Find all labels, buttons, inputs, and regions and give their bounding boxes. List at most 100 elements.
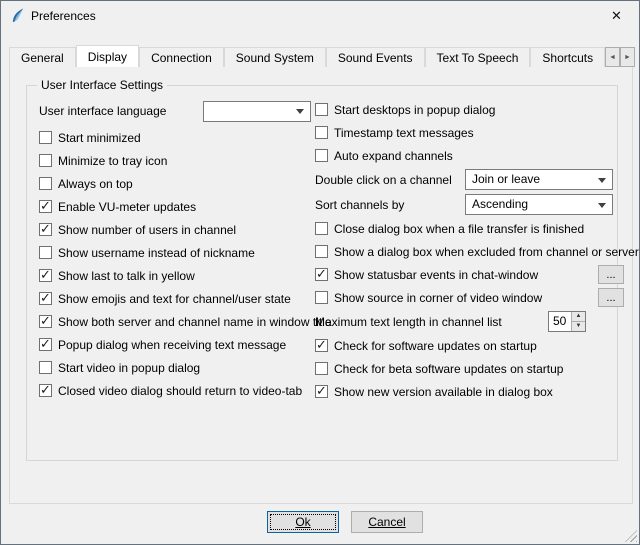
checkbox-start-minimized[interactable] bbox=[39, 131, 52, 144]
row-show-source-in-corner-of-video-window: Show source in corner of video window... bbox=[315, 288, 615, 307]
checkbox-start-video-in-popup-dialog[interactable] bbox=[39, 361, 52, 374]
checkbox-label[interactable]: Start minimized bbox=[58, 131, 141, 145]
checkbox-show-both-server-and-channel-name-in-window-title[interactable]: ✓ bbox=[39, 315, 52, 328]
spinbox-buttons: ▲▼ bbox=[571, 312, 585, 331]
checkbox-show-statusbar-events-in-chat-window[interactable]: ✓ bbox=[315, 268, 328, 281]
field-label: Double click on a channel bbox=[315, 173, 452, 187]
checkbox-label[interactable]: Show emojis and text for channel/user st… bbox=[58, 292, 291, 306]
check-icon: ✓ bbox=[40, 267, 51, 282]
row-closed-video-dialog-should-return-to-video-tab: ✓ Closed video dialog should return to vi… bbox=[39, 381, 311, 400]
checkbox-label[interactable]: Start video in popup dialog bbox=[58, 361, 200, 375]
checkbox-label[interactable]: Show last to talk in yellow bbox=[58, 269, 195, 283]
select-double-click-on-a-channel[interactable]: Join or leave bbox=[465, 169, 613, 190]
row-always-on-top: Always on top bbox=[39, 174, 311, 193]
tab-sound-events[interactable]: Sound Events bbox=[326, 47, 425, 67]
checkbox-label[interactable]: Show number of users in channel bbox=[58, 223, 236, 237]
tab-text-to-speech[interactable]: Text To Speech bbox=[425, 47, 531, 67]
checkbox-label[interactable]: Show statusbar events in chat-window bbox=[334, 268, 538, 282]
checkbox-show-last-to-talk-in-yellow[interactable]: ✓ bbox=[39, 269, 52, 282]
checkbox-popup-dialog-when-receiving-text-message[interactable]: ✓ bbox=[39, 338, 52, 351]
tab-sound-system[interactable]: Sound System bbox=[224, 47, 326, 67]
title-bar[interactable]: Preferences ✕ bbox=[1, 1, 639, 30]
ok-button[interactable]: Ok bbox=[267, 511, 339, 533]
check-icon: ✓ bbox=[40, 313, 51, 328]
row-popup-dialog-when-receiving-text-message: ✓ Popup dialog when receiving text messag… bbox=[39, 335, 311, 354]
left-checkbox-list: Start minimized Minimize to tray icon Alwa… bbox=[39, 128, 311, 400]
check-icon: ✓ bbox=[40, 290, 51, 305]
checkbox-label[interactable]: Check for beta software updates on start… bbox=[334, 362, 563, 376]
checkbox-closed-video-dialog-should-return-to-video-tab[interactable]: ✓ bbox=[39, 384, 52, 397]
close-icon[interactable]: ✕ bbox=[594, 1, 639, 30]
ui-language-select[interactable] bbox=[203, 101, 311, 122]
checkbox-label[interactable]: Start desktops in popup dialog bbox=[334, 103, 495, 117]
checkbox-label[interactable]: Always on top bbox=[58, 177, 133, 191]
field-label: Sort channels by bbox=[315, 198, 404, 212]
checkbox-label[interactable]: Close dialog box when a file transfer is… bbox=[334, 222, 584, 236]
group-title: User Interface Settings bbox=[37, 78, 167, 92]
checkbox-close-dialog-box-when-a-file-transfer-is-finished[interactable] bbox=[315, 222, 328, 235]
preferences-window: Preferences ✕ GeneralDisplayConnectionSo… bbox=[0, 0, 640, 545]
row-user-interface-language: User interface language bbox=[39, 100, 311, 122]
checkbox-label[interactable]: Popup dialog when receiving text message bbox=[58, 338, 286, 352]
checkbox-minimize-to-tray-icon[interactable] bbox=[39, 154, 52, 167]
tab-scroll-controls: ◄ ► bbox=[605, 47, 635, 67]
checkbox-show-emojis-and-text-for-channel-user-state[interactable]: ✓ bbox=[39, 292, 52, 305]
row-timestamp-text-messages: Timestamp text messages bbox=[315, 123, 615, 142]
checkbox-auto-expand-channels[interactable] bbox=[315, 149, 328, 162]
check-icon: ✓ bbox=[316, 266, 327, 281]
row-enable-vu-meter-updates: ✓ Enable VU-meter updates bbox=[39, 197, 311, 216]
checkbox-label[interactable]: Show new version available in dialog box bbox=[334, 385, 553, 399]
tab-content-pane: User Interface Settings User interface l… bbox=[9, 66, 633, 504]
combo-value: Ascending bbox=[472, 197, 528, 211]
spin-up-icon[interactable]: ▲ bbox=[572, 312, 585, 322]
spinbox-value[interactable]: 50 bbox=[549, 312, 571, 331]
checkbox-show-username-instead-of-nickname[interactable] bbox=[39, 246, 52, 259]
max-text-length-spinbox[interactable]: 50▲▼ bbox=[548, 311, 586, 332]
right-settings-column: Start desktops in popup dialog Timestamp … bbox=[315, 100, 615, 405]
checkbox-label[interactable]: Show username instead of nickname bbox=[58, 246, 255, 260]
checkbox-show-source-in-corner-of-video-window[interactable] bbox=[315, 291, 328, 304]
spin-down-icon[interactable]: ▼ bbox=[572, 322, 585, 331]
browse-button-show-statusbar-events-in-chat-window[interactable]: ... bbox=[598, 265, 624, 284]
row-show-last-to-talk-in-yellow: ✓ Show last to talk in yellow bbox=[39, 266, 311, 285]
row-auto-expand-channels: Auto expand channels bbox=[315, 146, 615, 165]
row-minimize-to-tray-icon: Minimize to tray icon bbox=[39, 151, 311, 170]
checkbox-label[interactable]: Check for software updates on startup bbox=[334, 339, 537, 353]
tab-connection[interactable]: Connection bbox=[139, 47, 224, 67]
checkbox-show-a-dialog-box-when-excluded-from-channel-or-server[interactable] bbox=[315, 245, 328, 258]
checkbox-timestamp-text-messages[interactable] bbox=[315, 126, 328, 139]
checkbox-check-for-software-updates-on-startup[interactable]: ✓ bbox=[315, 339, 328, 352]
row-show-new-version-available-in-dialog-box: ✓ Show new version available in dialog bo… bbox=[315, 382, 615, 401]
checkbox-label[interactable]: Show source in corner of video window bbox=[334, 291, 542, 305]
tab-display[interactable]: Display bbox=[76, 45, 139, 67]
tab-scroll-right-icon[interactable]: ► bbox=[620, 47, 635, 67]
check-icon: ✓ bbox=[40, 336, 51, 351]
chevron-down-icon bbox=[598, 178, 606, 183]
checkbox-show-new-version-available-in-dialog-box[interactable]: ✓ bbox=[315, 385, 328, 398]
row-show-both-server-and-channel-name-in-window-title: ✓Show both server and channel name in wi… bbox=[39, 312, 311, 331]
row-start-desktops-in-popup-dialog: Start desktops in popup dialog bbox=[315, 100, 615, 119]
checkbox-label[interactable]: Show a dialog box when excluded from cha… bbox=[334, 245, 639, 259]
checkbox-enable-vu-meter-updates[interactable]: ✓ bbox=[39, 200, 52, 213]
checkbox-label[interactable]: Enable VU-meter updates bbox=[58, 200, 196, 214]
checkbox-always-on-top[interactable] bbox=[39, 177, 52, 190]
checkbox-check-for-beta-software-updates-on-startup[interactable] bbox=[315, 362, 328, 375]
checkbox-label[interactable]: Auto expand channels bbox=[334, 149, 453, 163]
checkbox-label[interactable]: Timestamp text messages bbox=[334, 126, 474, 140]
tab-shortcuts[interactable]: Shortcuts bbox=[530, 47, 605, 67]
checkbox-show-number-of-users-in-channel[interactable]: ✓ bbox=[39, 223, 52, 236]
check-icon: ✓ bbox=[40, 221, 51, 236]
row-close-dialog-box-when-a-file-transfer-is-finished: Close dialog box when a file transfer is… bbox=[315, 219, 615, 238]
select-sort-channels-by[interactable]: Ascending bbox=[465, 194, 613, 215]
cancel-button[interactable]: Cancel bbox=[351, 511, 423, 533]
row-show-statusbar-events-in-chat-window: ✓Show statusbar events in chat-window... bbox=[315, 265, 615, 284]
checkbox-start-desktops-in-popup-dialog[interactable] bbox=[315, 103, 328, 116]
user-interface-settings-group: User Interface Settings User interface l… bbox=[26, 85, 618, 461]
tab-scroll-left-icon[interactable]: ◄ bbox=[605, 47, 620, 67]
tab-general[interactable]: General bbox=[9, 47, 76, 67]
checkbox-label[interactable]: Closed video dialog should return to vid… bbox=[58, 384, 302, 398]
window-title: Preferences bbox=[31, 9, 96, 23]
browse-button-show-source-in-corner-of-video-window[interactable]: ... bbox=[598, 288, 624, 307]
checkbox-label[interactable]: Minimize to tray icon bbox=[58, 154, 167, 168]
checkbox-label[interactable]: Show both server and channel name in win… bbox=[58, 315, 332, 329]
